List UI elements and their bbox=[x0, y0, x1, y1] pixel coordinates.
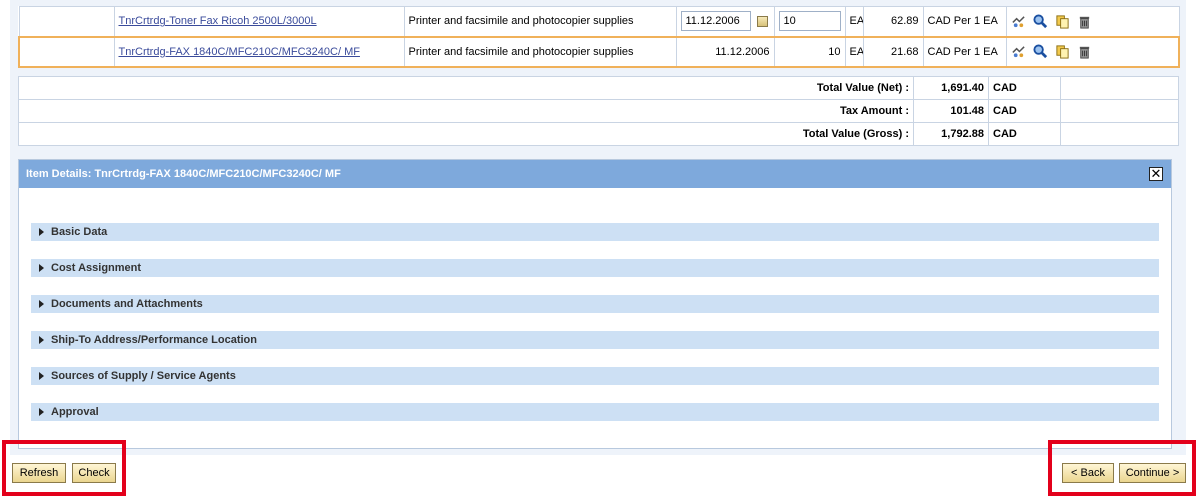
delivery-date-value[interactable]: 11.12.2006 bbox=[675, 35, 775, 68]
item-name-link[interactable]: TnrCrtrdg-Toner Fax Ricoh 2500L/3000L bbox=[119, 15, 317, 27]
section-approval[interactable]: Approval bbox=[31, 403, 1159, 421]
continue-button[interactable]: Continue > bbox=[1119, 463, 1186, 483]
item-details-panel: Item Details: TnrCrtrdg-FAX 1840C/MFC210… bbox=[18, 159, 1172, 449]
expand-arrow-icon bbox=[39, 300, 44, 309]
item-category: Printer and facsimile and photocopier su… bbox=[403, 35, 677, 68]
distribute-icon[interactable] bbox=[1011, 44, 1026, 59]
table-row[interactable]: TnrCrtrdg-FAX 1840C/MFC210C/MFC3240C/ MF… bbox=[18, 35, 1180, 68]
expand-arrow-icon bbox=[39, 336, 44, 345]
delete-icon[interactable] bbox=[1077, 44, 1092, 59]
section-label: Sources of Supply / Service Agents bbox=[51, 370, 236, 382]
total-gross-currency: CAD bbox=[988, 122, 1061, 146]
items-table: TnrCrtrdg-Toner Fax Ricoh 2500L/3000L Pr… bbox=[18, 6, 1180, 68]
totals-row: Total Value (Gross) : 1,792.88 CAD bbox=[18, 122, 1179, 146]
quantity-field[interactable]: 10 bbox=[778, 11, 841, 32]
tax-amount-currency: CAD bbox=[988, 99, 1061, 123]
unit-label: EA bbox=[844, 35, 864, 68]
section-basic-data[interactable]: Basic Data bbox=[31, 223, 1159, 241]
search-icon[interactable] bbox=[1032, 14, 1048, 29]
total-net-value: 1,691.40 bbox=[913, 76, 989, 100]
section-label: Cost Assignment bbox=[51, 262, 142, 274]
delivery-date-field[interactable]: 11.12.2006 bbox=[680, 11, 751, 32]
search-icon[interactable] bbox=[1032, 44, 1048, 59]
section-label: Basic Data bbox=[51, 226, 108, 238]
totals-table: Total Value (Net) : 1,691.40 CAD Tax Amo… bbox=[18, 76, 1179, 146]
currency-per-label: CAD Per 1 EA bbox=[922, 6, 1007, 37]
item-details-sections: Basic Data Cost Assignment Documents and… bbox=[31, 223, 1159, 439]
total-gross-value: 1,792.88 bbox=[913, 122, 989, 146]
tax-amount-value: 101.48 bbox=[913, 99, 989, 123]
section-label: Approval bbox=[51, 406, 99, 418]
expand-arrow-icon bbox=[39, 264, 44, 273]
unit-label: EA bbox=[844, 6, 864, 37]
section-cost-assignment[interactable]: Cost Assignment bbox=[31, 259, 1159, 277]
expand-arrow-icon bbox=[39, 372, 44, 381]
distribute-icon[interactable] bbox=[1011, 14, 1026, 29]
calendar-icon[interactable] bbox=[756, 15, 768, 27]
totals-row: Total Value (Net) : 1,691.40 CAD bbox=[18, 76, 1179, 100]
tax-amount-label: Tax Amount : bbox=[18, 99, 914, 123]
totals-row: Tax Amount : 101.48 CAD bbox=[18, 99, 1179, 123]
table-row[interactable]: TnrCrtrdg-Toner Fax Ricoh 2500L/3000L Pr… bbox=[18, 6, 1180, 37]
section-ship-to[interactable]: Ship-To Address/Performance Location bbox=[31, 331, 1159, 349]
currency-per-label: CAD Per 1 EA bbox=[922, 35, 1007, 68]
back-button[interactable]: < Back bbox=[1062, 463, 1114, 483]
copy-icon[interactable] bbox=[1055, 44, 1070, 59]
check-button[interactable]: Check bbox=[72, 463, 116, 483]
section-label: Ship-To Address/Performance Location bbox=[51, 334, 257, 346]
quantity-value[interactable]: 10 bbox=[773, 35, 846, 68]
row-select-cell[interactable] bbox=[18, 35, 115, 68]
item-details-title: Item Details: TnrCrtrdg-FAX 1840C/MFC210… bbox=[26, 168, 341, 180]
total-net-label: Total Value (Net) : bbox=[18, 76, 914, 100]
total-gross-label: Total Value (Gross) : bbox=[18, 122, 914, 146]
item-category: Printer and facsimile and photocopier su… bbox=[403, 6, 677, 37]
expand-arrow-icon bbox=[39, 228, 44, 237]
item-details-header: Item Details: TnrCrtrdg-FAX 1840C/MFC210… bbox=[19, 160, 1171, 188]
item-name-link[interactable]: TnrCrtrdg-FAX 1840C/MFC210C/MFC3240C/ MF bbox=[119, 46, 360, 58]
total-net-currency: CAD bbox=[988, 76, 1061, 100]
price-value: 62.89 bbox=[862, 6, 924, 37]
section-sources-of-supply[interactable]: Sources of Supply / Service Agents bbox=[31, 367, 1159, 385]
expand-arrow-icon bbox=[39, 408, 44, 417]
refresh-button[interactable]: Refresh bbox=[12, 463, 66, 483]
delete-icon[interactable] bbox=[1077, 14, 1092, 29]
price-value: 21.68 bbox=[862, 35, 924, 68]
section-documents[interactable]: Documents and Attachments bbox=[31, 295, 1159, 313]
copy-icon[interactable] bbox=[1055, 14, 1070, 29]
close-icon[interactable]: ✕ bbox=[1149, 167, 1163, 181]
row-select-cell[interactable] bbox=[18, 6, 115, 37]
section-label: Documents and Attachments bbox=[51, 298, 203, 310]
